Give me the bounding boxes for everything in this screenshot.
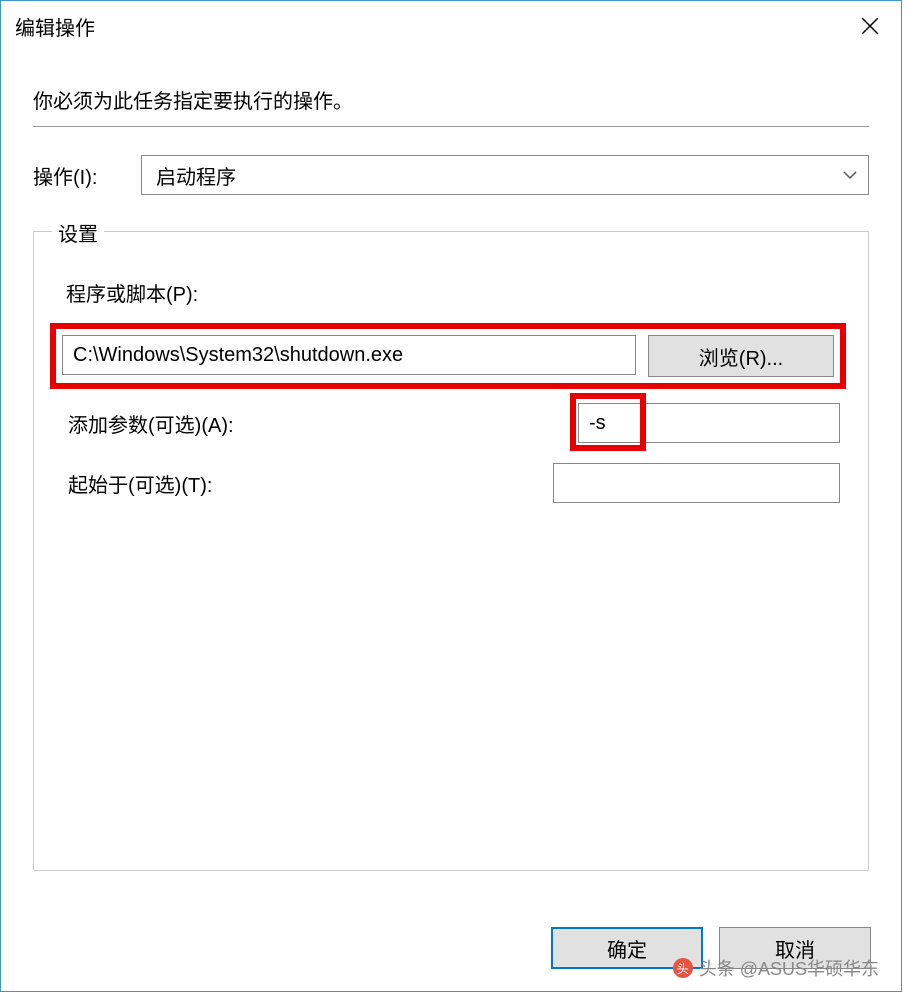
instruction-text: 你必须为此任务指定要执行的操作。	[33, 85, 869, 114]
startin-label: 起始于(可选)(T):	[68, 469, 553, 498]
dialog-content: 你必须为此任务指定要执行的操作。 操作(I): 启动程序 设置 程序或脚本(P)…	[1, 51, 901, 871]
highlight-program-row: 浏览(R)...	[50, 323, 846, 389]
startin-input[interactable]	[553, 463, 840, 503]
program-input[interactable]	[62, 335, 636, 375]
window-title: 编辑操作	[15, 12, 95, 41]
settings-legend: 设置	[52, 218, 104, 247]
args-row: 添加参数(可选)(A):	[68, 403, 840, 443]
close-button[interactable]	[839, 1, 901, 51]
action-row: 操作(I): 启动程序	[33, 155, 869, 195]
args-input[interactable]	[578, 403, 840, 443]
chevron-down-icon	[842, 164, 858, 186]
titlebar: 编辑操作	[1, 1, 901, 51]
watermark: 头 头条 @ASUS华硕华东	[673, 955, 879, 981]
startin-row: 起始于(可选)(T):	[68, 463, 840, 503]
program-label: 程序或脚本(P):	[66, 278, 840, 307]
dialog-window: 编辑操作 你必须为此任务指定要执行的操作。 操作(I): 启动程序 设置 程序或…	[0, 0, 902, 992]
browse-button[interactable]: 浏览(R)...	[648, 335, 834, 377]
close-icon	[861, 17, 879, 35]
divider	[33, 126, 869, 127]
watermark-text: 头条 @ASUS华硕华东	[699, 955, 879, 981]
settings-group: 设置 程序或脚本(P): 浏览(R)... 添加参数(可选)(A): 起始于(可…	[33, 231, 869, 871]
action-label: 操作(I):	[33, 161, 123, 190]
action-selected: 启动程序	[156, 161, 236, 190]
action-dropdown[interactable]: 启动程序	[141, 155, 869, 195]
args-label: 添加参数(可选)(A):	[68, 409, 578, 438]
watermark-icon: 头	[673, 958, 693, 978]
